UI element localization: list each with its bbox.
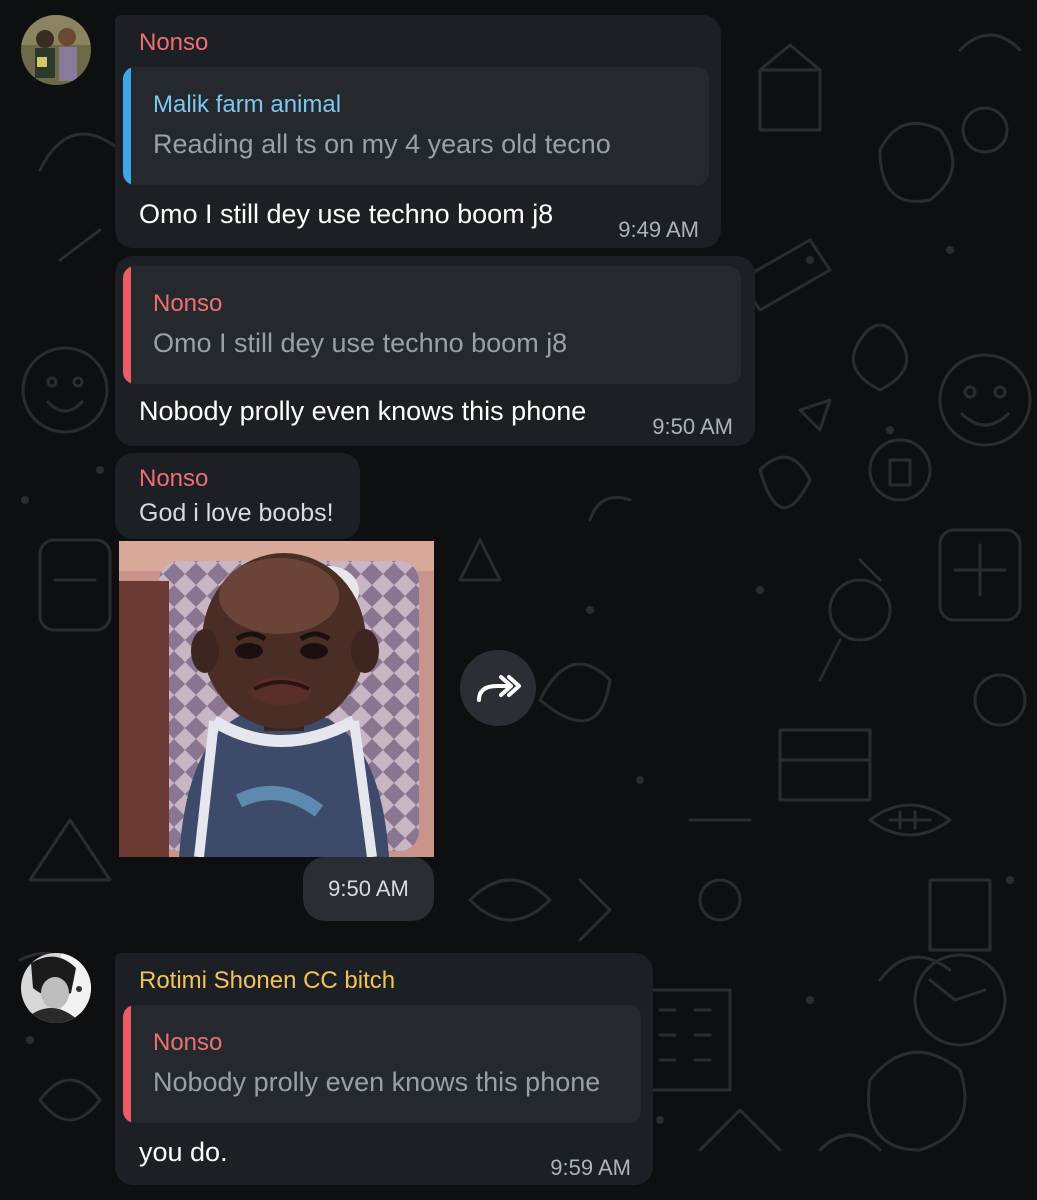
reply-sender: Nonso (153, 1029, 223, 1056)
reply-text: Nobody prolly even knows this phone (153, 1067, 601, 1097)
message-bubble[interactable]: Nonso Omo I still dey use techno boom j8… (115, 256, 755, 446)
reply-preview[interactable]: Nonso Omo I still dey use techno boom j8 (123, 266, 741, 384)
message-bubble[interactable]: Nonso Malik farm animal Reading all ts o… (115, 15, 721, 248)
reply-bar (123, 1005, 131, 1123)
message-time: 9:49 AM (618, 217, 699, 242)
message-text: Nobody prolly even knows this phone (139, 396, 587, 426)
message-text: you do. (139, 1137, 228, 1167)
message-time: 9:50 AM (303, 857, 434, 921)
message-text: Omo I still dey use techno boom j8 (139, 199, 554, 229)
reply-sender: Malik farm animal (153, 91, 342, 118)
message-caption: God i love boobs! (139, 499, 334, 527)
message-time: 9:50 AM (652, 414, 733, 439)
sender-name[interactable]: Rotimi Shonen CC bitch (139, 967, 395, 995)
sender-name[interactable]: Nonso (139, 465, 208, 493)
forward-button[interactable] (460, 650, 536, 726)
message-time: 9:59 AM (550, 1155, 631, 1180)
reply-sender: Nonso (153, 290, 223, 317)
message-bubble[interactable]: Nonso God i love boobs! (115, 453, 360, 539)
message-bubble[interactable]: Rotimi Shonen CC bitch Nonso Nobody prol… (115, 953, 653, 1185)
reply-text: Omo I still dey use techno boom j8 (153, 328, 568, 358)
forward-icon (477, 675, 521, 702)
reply-bar (123, 266, 131, 384)
avatar-rotimi[interactable] (21, 953, 91, 1023)
reply-preview[interactable]: Malik farm animal Reading all ts on my 4… (123, 67, 709, 185)
reply-bar (123, 67, 131, 185)
reply-preview[interactable]: Nonso Nobody prolly even knows this phon… (123, 1005, 641, 1123)
avatar-nonso[interactable] (21, 15, 91, 85)
sender-name[interactable]: Nonso (139, 29, 208, 57)
reply-text: Reading all ts on my 4 years old tecno (153, 129, 611, 159)
message-photo[interactable] (119, 541, 434, 857)
